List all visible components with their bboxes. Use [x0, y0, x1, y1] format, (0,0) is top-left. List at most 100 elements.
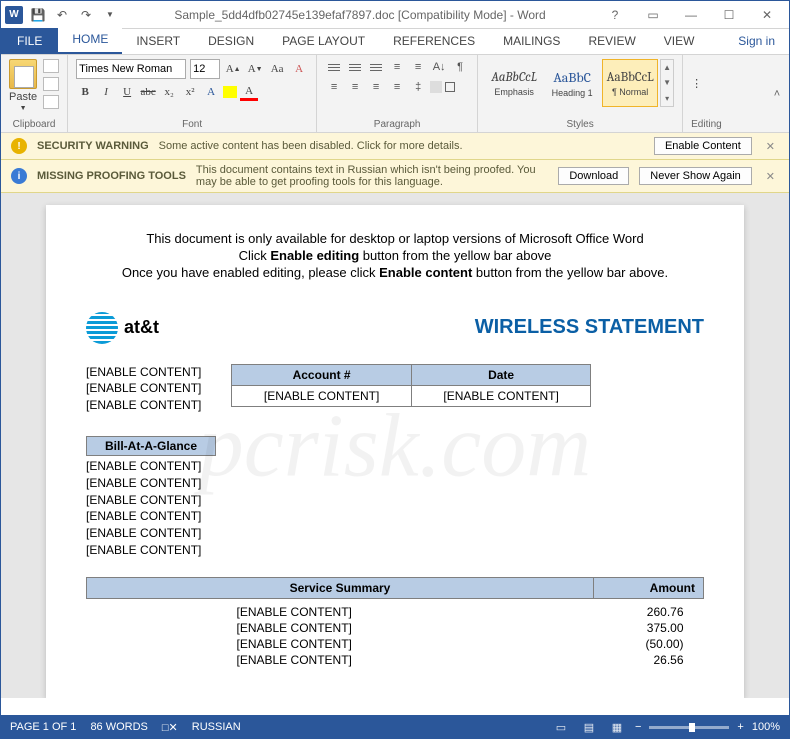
cut-button[interactable]	[43, 59, 59, 73]
sort-icon[interactable]: A↓	[430, 59, 448, 75]
subscript-button[interactable]: x₂	[160, 83, 178, 101]
decrease-indent-icon[interactable]: ≡	[388, 59, 406, 75]
language-status[interactable]: RUSSIAN	[192, 721, 241, 733]
tab-home[interactable]: HOME	[58, 26, 122, 54]
more-icon: ▾	[661, 91, 673, 105]
print-layout-icon[interactable]: ▤	[579, 719, 599, 735]
styles-gallery-more[interactable]: ▲ ▼ ▾	[660, 59, 674, 107]
document-intro: This document is only available for desk…	[86, 231, 704, 282]
tab-insert[interactable]: INSERT	[122, 28, 194, 54]
chevron-down-icon: ▼	[20, 105, 27, 112]
page-count[interactable]: PAGE 1 OF 1	[10, 721, 76, 733]
ribbon: Paste ▼ Clipboard A▲ A▼ Aa A B I	[1, 55, 789, 133]
statement-title: WIRELESS STATEMENT	[475, 316, 704, 339]
never-show-button[interactable]: Never Show Again	[639, 167, 752, 185]
shield-warn-icon: !	[11, 138, 27, 154]
tab-design[interactable]: DESIGN	[194, 28, 268, 54]
chevron-down-icon: ▼	[661, 76, 673, 90]
grow-font-icon[interactable]: A▲	[224, 60, 242, 78]
style-heading1[interactable]: AaBbC Heading 1	[544, 59, 600, 107]
superscript-button[interactable]: x²	[181, 83, 199, 101]
align-right-icon[interactable]: ≡	[367, 79, 385, 95]
sign-in-link[interactable]: Sign in	[724, 28, 789, 54]
minimize-icon[interactable]: —	[677, 6, 705, 24]
att-globe-icon	[86, 312, 118, 344]
help-icon[interactable]: ?	[601, 6, 629, 24]
undo-icon[interactable]: ↶	[53, 6, 71, 24]
bullets-icon[interactable]	[325, 59, 343, 75]
collapse-ribbon-icon[interactable]: ˄	[771, 88, 789, 100]
paste-icon	[9, 59, 37, 89]
proofing-warning-bar: i MISSING PROOFING TOOLS This document c…	[1, 160, 789, 193]
status-bar: PAGE 1 OF 1 86 WORDS □✕ RUSSIAN ▭ ▤ ▦ − …	[0, 715, 790, 739]
tab-page-layout[interactable]: PAGE LAYOUT	[268, 28, 379, 54]
zoom-level[interactable]: 100%	[752, 721, 780, 733]
ribbon-tabs: FILE HOME INSERT DESIGN PAGE LAYOUT REFE…	[1, 29, 789, 55]
document-page: This document is only available for desk…	[46, 205, 744, 698]
clear-format-icon[interactable]: A	[290, 60, 308, 78]
word-count[interactable]: 86 WORDS	[90, 721, 147, 733]
style-emphasis[interactable]: AaBbCcL Emphasis	[486, 59, 542, 107]
styles-group-label: Styles	[486, 117, 674, 130]
group-font: A▲ A▼ Aa A B I U abc x₂ x² A A Font	[68, 55, 317, 132]
strike-button[interactable]: abc	[139, 83, 157, 101]
font-size-select[interactable]	[190, 59, 220, 79]
tab-file[interactable]: FILE	[1, 28, 58, 54]
group-editing: ⋮ Editing	[683, 55, 730, 132]
security-warning-bar: ! SECURITY WARNING Some active content h…	[1, 133, 789, 160]
tab-review[interactable]: REVIEW	[574, 28, 649, 54]
shrink-font-icon[interactable]: A▼	[246, 60, 264, 78]
chevron-up-icon: ▲	[661, 61, 673, 75]
underline-button[interactable]: U	[118, 83, 136, 101]
proofing-status-icon[interactable]: □✕	[162, 721, 178, 734]
read-mode-icon[interactable]: ▭	[551, 719, 571, 735]
window-title: Sample_5dd4dfb02745e139efaf7897.doc [Com…	[119, 8, 601, 22]
qat-dropdown-icon[interactable]: ▼	[101, 6, 119, 24]
ribbon-options-icon[interactable]: ▭	[639, 6, 667, 24]
redo-icon[interactable]: ↷	[77, 6, 95, 24]
amount-header: Amount	[594, 577, 704, 598]
format-painter-button[interactable]	[43, 95, 59, 109]
download-proofing-button[interactable]: Download	[558, 167, 629, 185]
tab-view[interactable]: VIEW	[650, 28, 709, 54]
paste-button[interactable]: Paste ▼	[9, 59, 37, 112]
zoom-slider[interactable]	[649, 726, 729, 729]
tab-mailings[interactable]: MAILINGS	[489, 28, 574, 54]
proofing-warning-close-icon[interactable]: ✕	[762, 170, 779, 183]
maximize-icon[interactable]: ☐	[715, 6, 743, 24]
close-icon[interactable]: ✕	[753, 6, 781, 24]
text-effects-icon[interactable]: A	[202, 83, 220, 101]
show-marks-icon[interactable]: ¶	[451, 59, 469, 75]
copy-button[interactable]	[43, 77, 59, 91]
group-clipboard: Paste ▼ Clipboard	[1, 55, 68, 132]
bold-button[interactable]: B	[76, 83, 94, 101]
document-area[interactable]: pcrisk.com This document is only availab…	[1, 193, 789, 698]
align-left-icon[interactable]: ≡	[325, 79, 343, 95]
enable-content-button[interactable]: Enable Content	[654, 137, 752, 155]
save-icon[interactable]: 💾	[29, 6, 47, 24]
font-name-select[interactable]	[76, 59, 186, 79]
zoom-in-icon[interactable]: +	[737, 721, 743, 733]
font-color-icon[interactable]: A	[240, 83, 258, 101]
service-summary-table: Service SummaryAmount [ENABLE CONTENT]26…	[86, 577, 704, 669]
zoom-out-icon[interactable]: −	[635, 721, 641, 733]
align-center-icon[interactable]: ≡	[346, 79, 364, 95]
info-icon: i	[11, 168, 27, 184]
style-normal[interactable]: AaBbCcL ¶ Normal	[602, 59, 658, 107]
date-header: Date	[411, 364, 591, 385]
change-case-icon[interactable]: Aa	[268, 60, 286, 78]
line-spacing-icon[interactable]: ‡	[409, 79, 427, 95]
att-brand-text: at&t	[124, 317, 159, 338]
tab-references[interactable]: REFERENCES	[379, 28, 489, 54]
italic-button[interactable]: I	[97, 83, 115, 101]
highlight-icon[interactable]	[223, 86, 237, 98]
shading-icon[interactable]	[430, 81, 442, 93]
group-paragraph: ≡ ≡ A↓ ¶ ≡ ≡ ≡ ≡ ‡ Paragraph	[317, 55, 478, 132]
numbering-icon[interactable]	[346, 59, 364, 75]
web-layout-icon[interactable]: ▦	[607, 719, 627, 735]
security-warning-close-icon[interactable]: ✕	[762, 140, 779, 153]
borders-icon[interactable]	[445, 82, 455, 92]
increase-indent-icon[interactable]: ≡	[409, 59, 427, 75]
justify-icon[interactable]: ≡	[388, 79, 406, 95]
multilevel-icon[interactable]	[367, 59, 385, 75]
